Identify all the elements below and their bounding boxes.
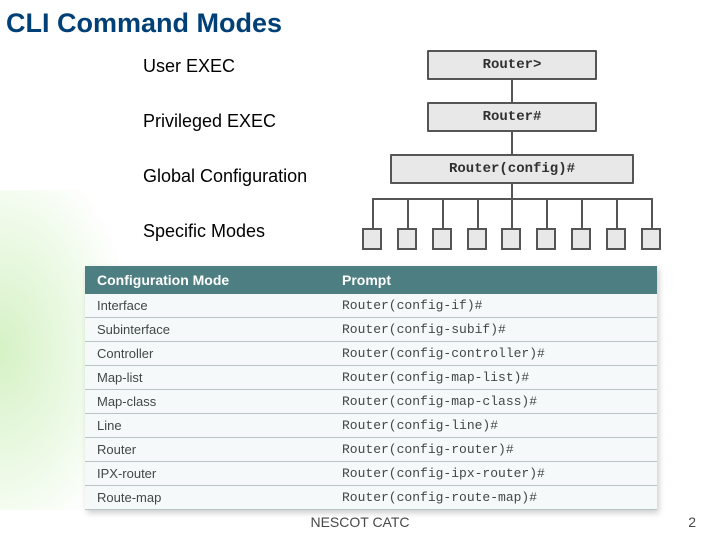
cell-mode: Map-class [85, 390, 330, 414]
specific-mode-box [501, 228, 521, 250]
specific-mode-box [467, 228, 487, 250]
table-row: LineRouter(config-line)# [85, 414, 657, 438]
cell-mode: Line [85, 414, 330, 438]
table-row: InterfaceRouter(config-if)# [85, 294, 657, 318]
table-row: IPX-routerRouter(config-ipx-router)# [85, 462, 657, 486]
cell-mode: IPX-router [85, 462, 330, 486]
cell-prompt: Router(config-map-list)# [330, 366, 657, 390]
page-number: 2 [688, 514, 696, 530]
cell-prompt: Router(config-router)# [330, 438, 657, 462]
cell-prompt: Router(config-map-class)# [330, 390, 657, 414]
specific-mode-box [606, 228, 626, 250]
label-priv-exec: Privileged EXEC [143, 111, 307, 132]
mode-label-list: User EXEC Privileged EXEC Global Configu… [143, 56, 307, 276]
table-row: SubinterfaceRouter(config-subif)# [85, 318, 657, 342]
table-row: RouterRouter(config-router)# [85, 438, 657, 462]
specific-mode-box [571, 228, 591, 250]
config-mode-table: Configuration Mode Prompt InterfaceRoute… [85, 266, 657, 510]
label-specific-modes: Specific Modes [143, 221, 307, 242]
cell-prompt: Router(config-route-map)# [330, 486, 657, 510]
cell-prompt: Router(config-subif)# [330, 318, 657, 342]
page-title: CLI Command Modes [6, 8, 282, 39]
table-row: ControllerRouter(config-controller)# [85, 342, 657, 366]
node-global-config: Router(config)# [390, 154, 634, 184]
cell-mode: Subinterface [85, 318, 330, 342]
table-row: Map-classRouter(config-map-class)# [85, 390, 657, 414]
cell-mode: Router [85, 438, 330, 462]
node-priv-exec: Router# [427, 102, 597, 132]
header-config-mode: Configuration Mode [85, 266, 330, 294]
cell-mode: Map-list [85, 366, 330, 390]
cell-prompt: Router(config-controller)# [330, 342, 657, 366]
cell-mode: Route-map [85, 486, 330, 510]
cell-mode: Interface [85, 294, 330, 318]
cell-prompt: Router(config-line)# [330, 414, 657, 438]
specific-mode-box [397, 228, 417, 250]
hierarchy-diagram: Router> Router# Router(config)# [362, 50, 702, 255]
header-prompt: Prompt [330, 266, 657, 294]
label-global-config: Global Configuration [143, 166, 307, 187]
specific-mode-box [362, 228, 382, 250]
label-user-exec: User EXEC [143, 56, 307, 77]
specific-mode-box [536, 228, 556, 250]
cell-mode: Controller [85, 342, 330, 366]
footer-text: NESCOT CATC [0, 514, 720, 530]
table-row: Route-mapRouter(config-route-map)# [85, 486, 657, 510]
node-user-exec: Router> [427, 50, 597, 80]
cell-prompt: Router(config-ipx-router)# [330, 462, 657, 486]
cell-prompt: Router(config-if)# [330, 294, 657, 318]
specific-mode-box [432, 228, 452, 250]
specific-mode-box [641, 228, 661, 250]
table-row: Map-listRouter(config-map-list)# [85, 366, 657, 390]
